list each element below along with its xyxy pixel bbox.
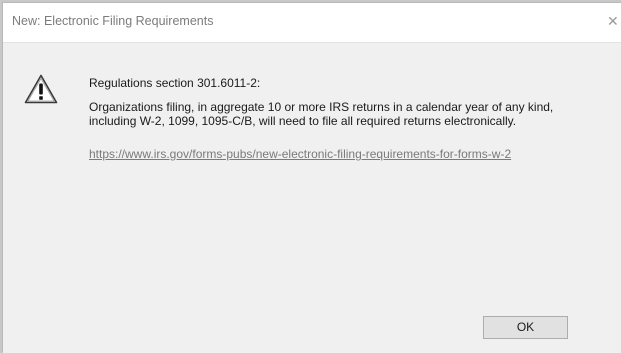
dialog-content: Regulations section 301.6011-2: Organiza… [3, 43, 621, 353]
message-body-line-2: including W-2, 1099, 1095-C/B, will need… [89, 114, 517, 128]
close-button[interactable]: ✕ [607, 9, 621, 35]
warning-icon [24, 74, 58, 104]
window-title: New: Electronic Filing Requirements [12, 14, 214, 28]
title-bar: New: Electronic Filing Requirements ✕ [3, 3, 621, 43]
ok-button[interactable]: OK [483, 316, 568, 339]
dialog-window: New: Electronic Filing Requirements ✕ Re… [2, 2, 621, 353]
message-heading: Regulations section 301.6011-2: [89, 76, 261, 90]
irs-requirements-link[interactable]: https://www.irs.gov/forms-pubs/new-elect… [89, 147, 511, 161]
message-body-line-1: Organizations filing, in aggregate 10 or… [89, 100, 554, 114]
